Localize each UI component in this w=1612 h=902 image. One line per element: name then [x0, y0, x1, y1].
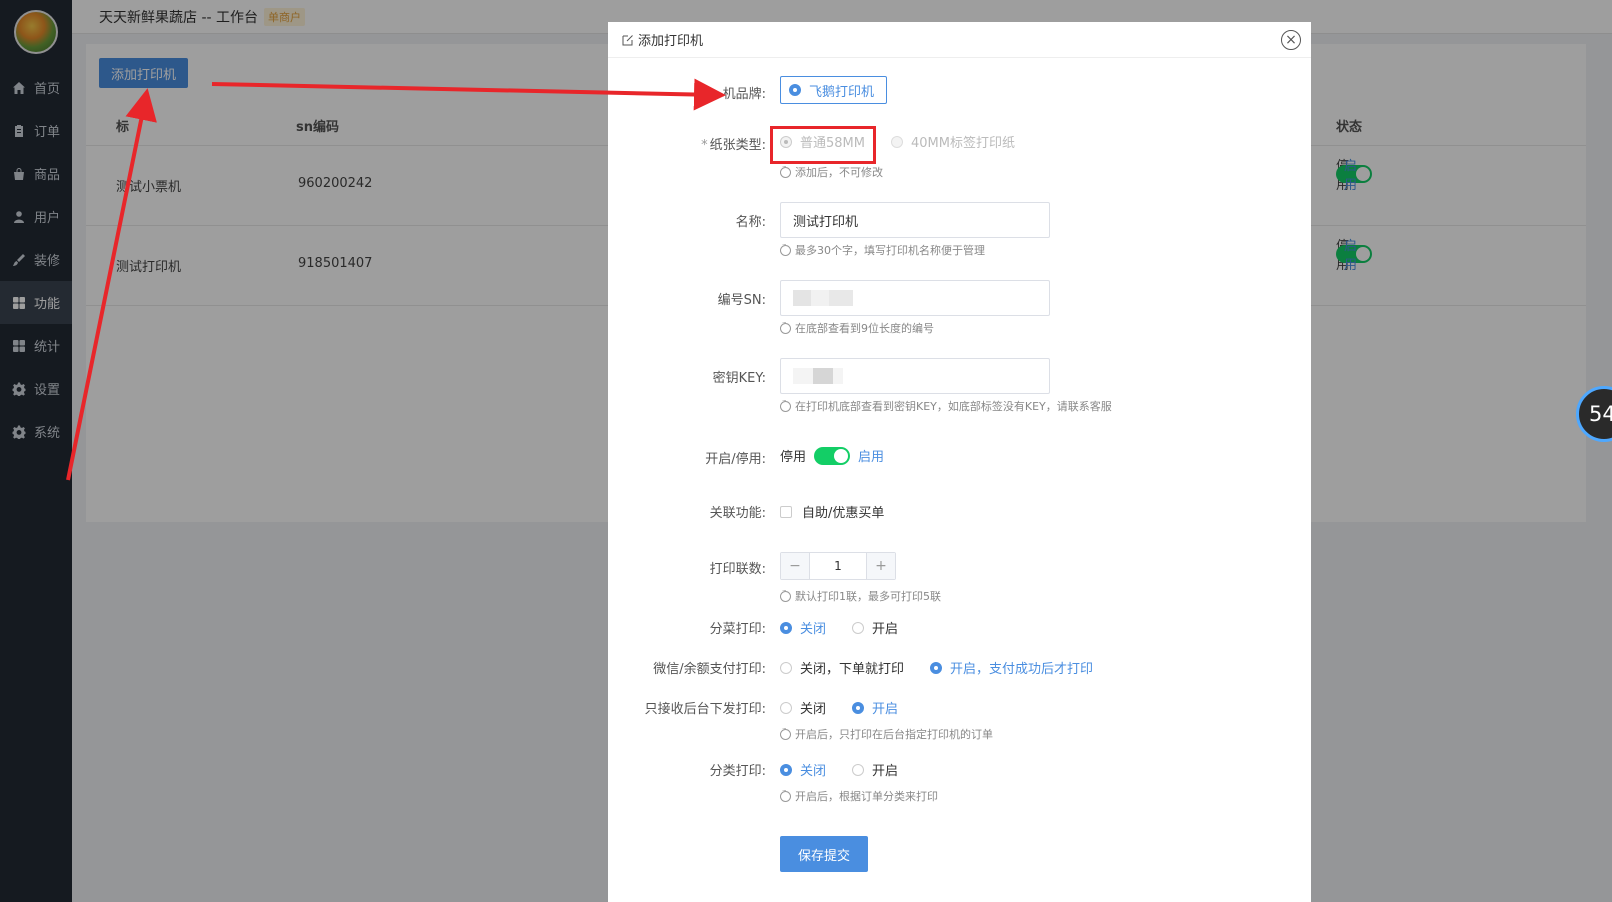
- related-checkbox[interactable]: [780, 505, 792, 518]
- paper-option-40mm-label[interactable]: 40MM标签打印纸: [890, 132, 1015, 151]
- category-print-field: 关闭 开启: [780, 760, 924, 779]
- enable-field: 停用 启用: [780, 446, 884, 465]
- enable-switch[interactable]: [814, 446, 851, 465]
- name-field: 测试打印机: [780, 202, 1050, 238]
- name-hint: 最多30个字，填写打印机名称便于管理: [780, 241, 985, 258]
- enable-on-label: 启用: [858, 450, 885, 465]
- close-icon: ×: [1285, 32, 1297, 48]
- brand-label: 机品牌:: [722, 87, 766, 102]
- key-field: [780, 358, 1050, 394]
- name-label: 名称:: [735, 215, 766, 230]
- save-submit-button[interactable]: 保存提交: [780, 836, 868, 872]
- info-icon: [780, 163, 791, 178]
- related-field: 自助/优惠买单: [780, 502, 884, 521]
- backend-only-hint: 开启后，只打印在后台指定打印机的订单: [780, 725, 993, 742]
- backend-only-label: 只接收后台下发打印:: [644, 702, 766, 717]
- info-icon: [780, 319, 791, 334]
- sn-hint: 在底部查看到9位长度的编号: [780, 319, 934, 336]
- sn-input[interactable]: [780, 280, 1050, 316]
- related-label: 关联功能:: [709, 506, 766, 521]
- pay-print-field: 关闭，下单就打印 开启，支付成功后才打印: [780, 658, 1119, 677]
- decrement-button[interactable]: −: [781, 553, 809, 579]
- info-icon: [780, 787, 791, 802]
- backend-only-field: 关闭 开启: [780, 698, 924, 717]
- brand-option[interactable]: 飞鹅打印机: [780, 76, 888, 104]
- redacted-value: [793, 290, 853, 306]
- category-print-option-off[interactable]: 关闭: [780, 760, 826, 779]
- increment-button[interactable]: +: [867, 553, 895, 579]
- info-icon: [780, 241, 791, 256]
- backend-only-option-off[interactable]: 关闭: [780, 698, 826, 717]
- info-icon: [780, 397, 791, 412]
- pay-print-option-on[interactable]: 开启，支付成功后才打印: [930, 658, 1093, 677]
- category-print-option-on[interactable]: 开启: [852, 760, 898, 779]
- paper-type-label: * 纸张类型:: [701, 138, 766, 153]
- info-icon: [780, 725, 791, 740]
- brand-value: 飞鹅打印机: [809, 84, 875, 100]
- modal-title: 添加打印机: [638, 34, 704, 49]
- key-label: 密钥KEY:: [712, 371, 766, 386]
- pay-print-option-off[interactable]: 关闭，下单就打印: [780, 658, 904, 677]
- enable-off-label: 停用: [780, 450, 807, 465]
- brand-field: 飞鹅打印机: [780, 76, 888, 104]
- add-printer-modal: 添加打印机 × 机品牌: 飞鹅打印机 * 纸张类型: 普通58MM 40MM标签打…: [608, 22, 1311, 902]
- sn-label: 编号SN:: [717, 293, 766, 308]
- copies-stepper: − 1 +: [780, 552, 896, 580]
- annotation-highlight-box: [770, 126, 876, 164]
- key-hint: 在打印机底部查看到密钥KEY，如底部标签没有KEY，请联系客服: [780, 397, 1112, 414]
- close-button[interactable]: ×: [1281, 30, 1301, 50]
- category-print-label: 分类打印:: [709, 764, 766, 779]
- copies-input[interactable]: 1: [809, 553, 867, 579]
- sn-field: [780, 280, 1050, 316]
- enable-label: 开启/停用:: [705, 452, 766, 467]
- split-print-field: 关闭 开启: [780, 618, 924, 637]
- pay-print-label: 微信/余额支付打印:: [653, 662, 766, 677]
- modal-header: 添加打印机: [608, 22, 1311, 58]
- brand-radio[interactable]: [789, 84, 801, 96]
- name-input[interactable]: 测试打印机: [780, 202, 1050, 238]
- copies-label: 打印联数:: [709, 562, 766, 577]
- copies-field: − 1 +: [780, 552, 896, 580]
- backend-only-option-on[interactable]: 开启: [852, 698, 898, 717]
- category-print-hint: 开启后，根据订单分类来打印: [780, 787, 938, 804]
- split-print-label: 分菜打印:: [709, 622, 766, 637]
- edit-icon: [622, 34, 634, 46]
- paper-type-hint: 添加后，不可修改: [780, 163, 883, 180]
- split-print-option-on[interactable]: 开启: [852, 618, 898, 637]
- copies-hint: 默认打印1联，最多可打印5联: [780, 587, 941, 604]
- key-input[interactable]: [780, 358, 1050, 394]
- redacted-value: [793, 368, 843, 384]
- info-icon: [780, 587, 791, 602]
- related-option-label: 自助/优惠买单: [802, 506, 885, 521]
- split-print-option-off[interactable]: 关闭: [780, 618, 826, 637]
